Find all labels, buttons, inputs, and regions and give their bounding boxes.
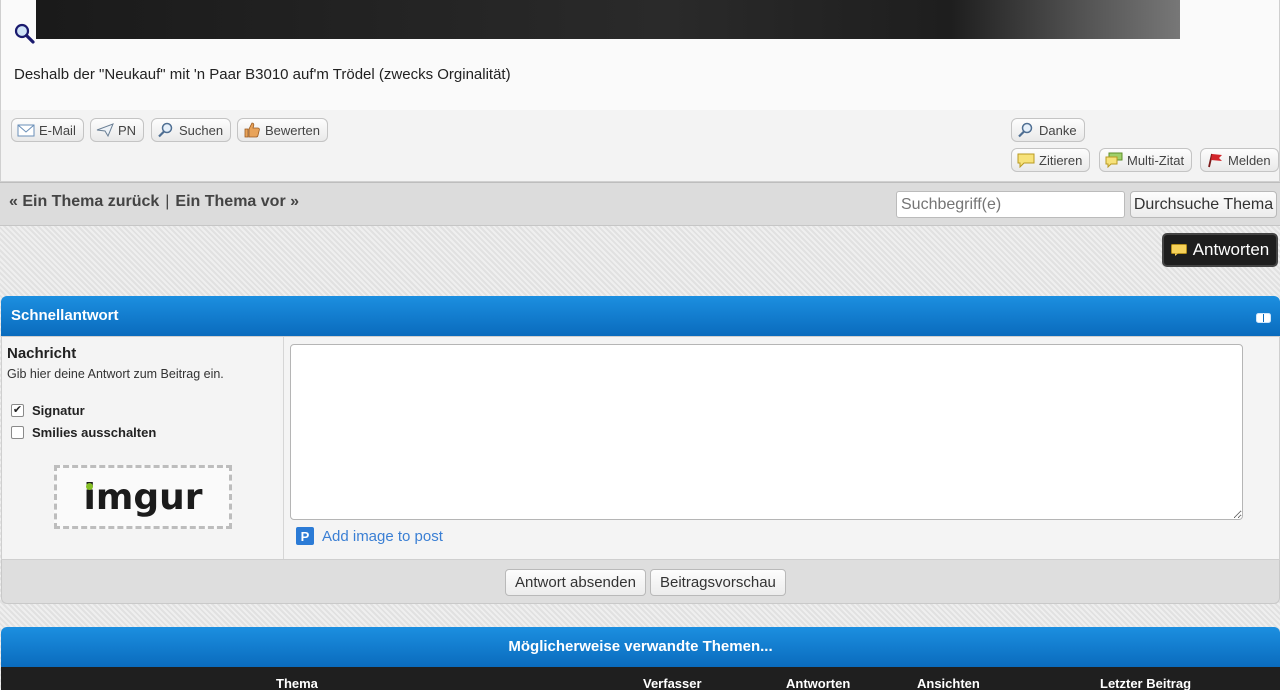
related-threads-header: Möglicherweise verwandte Themen... <box>1 627 1280 667</box>
quote-label: Zitieren <box>1039 152 1083 168</box>
speech-bubble-icon <box>1017 153 1035 168</box>
rate-button[interactable]: Bewerten <box>237 118 328 142</box>
disable-smilies-label: Smilies ausschalten <box>32 425 157 440</box>
search-icon <box>158 122 173 138</box>
disable-smilies-checkbox[interactable] <box>11 426 24 439</box>
quote-button[interactable]: Zitieren <box>1011 148 1091 172</box>
imgur-logo-dot <box>86 482 94 490</box>
thanks-button[interactable]: Danke <box>1011 118 1085 142</box>
thread-navigation: « Ein Thema zurück | Ein Thema vor » Durch… <box>0 182 1280 226</box>
column-author[interactable]: Verfasser <box>643 676 702 690</box>
search-label: Suchen <box>179 122 224 138</box>
reply-button-label: Antworten <box>1192 240 1270 259</box>
pn-label: PN <box>118 122 137 138</box>
imgur-upload-dropzone[interactable]: imgur <box>54 465 232 529</box>
post-body: Deshalb der "Neukauf" mit 'n Paar B3010 … <box>0 0 1280 110</box>
thread-search-input[interactable] <box>896 191 1125 218</box>
signature-checkbox[interactable]: ✔ <box>11 404 24 417</box>
post-text: Deshalb der "Neukauf" mit 'n Paar B3010 … <box>14 66 511 83</box>
envelope-icon <box>17 124 35 137</box>
post-image[interactable] <box>36 0 1180 39</box>
quick-reply-sidebar: Nachricht Gib hier deine Antwort zum Bei… <box>2 337 284 559</box>
submit-bar: Antwort absenden Beitragsvorschau <box>1 560 1280 604</box>
magnifier-icon[interactable] <box>13 22 35 44</box>
email-label: E-Mail <box>39 122 76 138</box>
next-thread-link[interactable]: Ein Thema vor » <box>175 193 299 210</box>
related-threads-columns: Thema Verfasser Antworten Ansichten Letz… <box>1 667 1280 690</box>
email-button[interactable]: E-Mail <box>11 118 84 142</box>
search-icon <box>1018 122 1033 138</box>
reply-button[interactable]: Antworten <box>1162 233 1278 267</box>
column-replies[interactable]: Antworten <box>786 676 850 690</box>
message-label: Nachricht <box>7 345 77 362</box>
search-posts-button[interactable]: Suchen <box>151 118 232 142</box>
disable-smilies-option[interactable]: Smilies ausschalten <box>11 425 156 440</box>
collapse-icon[interactable] <box>1256 313 1271 323</box>
thanks-label: Danke <box>1039 122 1077 138</box>
column-views[interactable]: Ansichten <box>917 676 980 690</box>
multi-speech-bubble-icon <box>1105 152 1123 168</box>
report-label: Melden <box>1228 152 1271 168</box>
add-image-label: Add image to post <box>322 527 443 545</box>
column-last-post[interactable]: Letzter Beitrag <box>1100 676 1191 690</box>
flag-icon <box>1208 153 1222 168</box>
signature-option[interactable]: ✔ Signatur <box>11 403 85 418</box>
message-description: Gib hier deine Antwort zum Beitrag ein. <box>7 367 224 381</box>
search-thread-button[interactable]: Durchsuche Thema <box>1130 191 1277 218</box>
post-footer: E-Mail PN Suchen Bewerten Danke Zitieren… <box>0 110 1280 182</box>
imgur-logo: imgur <box>83 476 203 518</box>
report-button[interactable]: Melden <box>1200 148 1279 172</box>
nav-separator: | <box>165 193 170 210</box>
quick-reply-header: Schnellantwort <box>1 296 1280 336</box>
speech-bubble-icon <box>1170 244 1187 256</box>
thread-nav-links: « Ein Thema zurück | Ein Thema vor » <box>9 193 299 211</box>
signature-label: Signatur <box>32 403 85 418</box>
quick-reply-body: Nachricht Gib hier deine Antwort zum Bei… <box>1 336 1280 560</box>
quick-reply-title: Schnellantwort <box>11 307 119 324</box>
image-upload-icon: P <box>296 527 314 545</box>
previous-thread-link[interactable]: « Ein Thema zurück <box>9 193 159 210</box>
multi-quote-label: Multi-Zitat <box>1127 152 1185 168</box>
paper-plane-icon <box>96 123 114 138</box>
message-textarea[interactable] <box>290 344 1243 520</box>
preview-button[interactable]: Beitragsvorschau <box>650 569 786 596</box>
column-thread[interactable]: Thema <box>276 676 318 690</box>
pn-button[interactable]: PN <box>90 118 145 142</box>
submit-reply-button[interactable]: Antwort absenden <box>505 569 646 596</box>
thumbs-up-icon <box>244 122 260 138</box>
add-image-to-post-link[interactable]: P Add image to post <box>296 527 443 545</box>
multi-quote-button[interactable]: Multi-Zitat <box>1099 148 1193 172</box>
rate-label: Bewerten <box>265 122 320 138</box>
